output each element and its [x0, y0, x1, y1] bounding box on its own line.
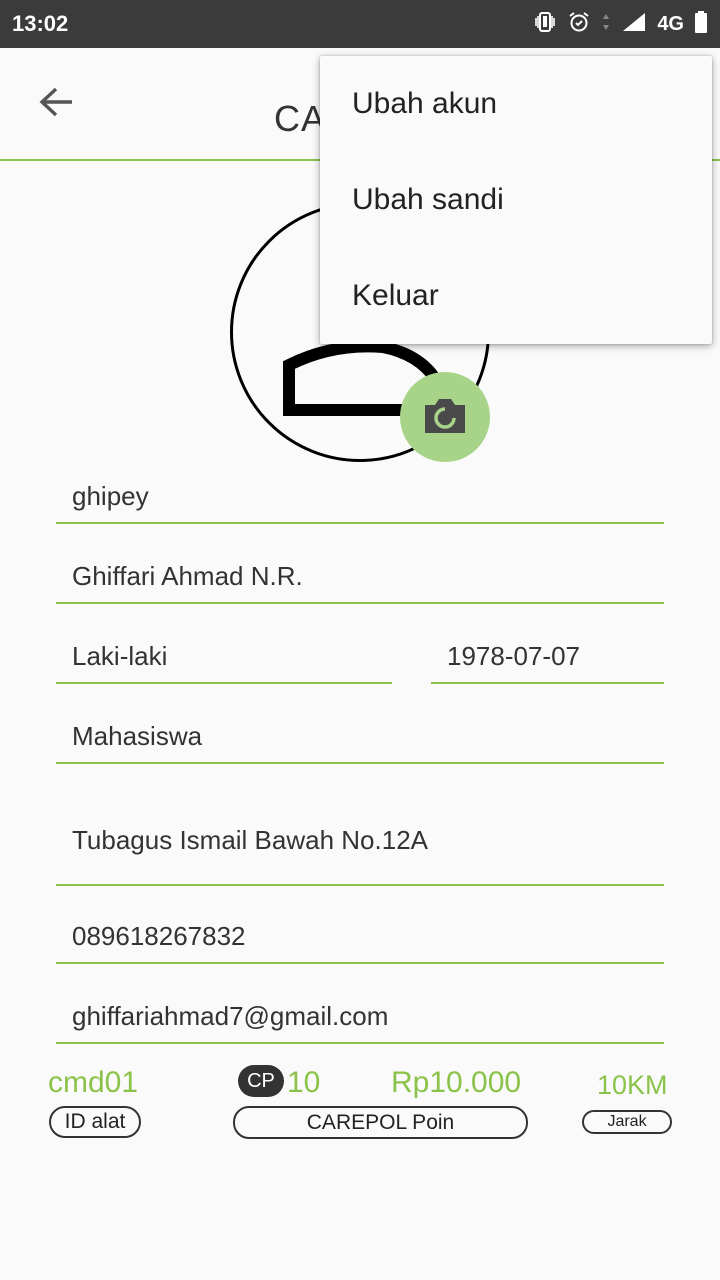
email-field[interactable]: ghiffariahmad7@gmail.com	[56, 998, 664, 1044]
device-id-label: ID alat	[49, 1106, 141, 1138]
distance-label: Jarak	[582, 1110, 672, 1134]
arrow-back-icon	[38, 86, 74, 123]
points-count: 10	[287, 1066, 321, 1099]
data-arrows-icon	[601, 10, 611, 39]
occupation-field[interactable]: Mahasiswa	[56, 718, 664, 764]
alarm-icon	[567, 10, 591, 39]
battery-icon	[694, 10, 708, 39]
camera-icon	[421, 395, 469, 440]
status-icons: 4G	[533, 10, 708, 38]
menu-item-edit-account[interactable]: Ubah akun	[320, 56, 712, 152]
gender-field[interactable]: Laki-laki	[56, 638, 392, 684]
back-button[interactable]	[30, 84, 82, 124]
points-value: Rp10.000	[391, 1066, 522, 1099]
cp-badge: CP	[238, 1065, 284, 1097]
birth-date-field[interactable]: 1978-07-07	[431, 638, 664, 684]
distance-value: 10KM	[597, 1070, 668, 1100]
network-type: 4G	[657, 12, 684, 35]
menu-item-logout[interactable]: Keluar	[320, 248, 712, 344]
points-label: CAREPOL Poin	[233, 1106, 528, 1139]
change-photo-button[interactable]	[400, 372, 490, 462]
phone-field[interactable]: 089618267832	[56, 918, 664, 964]
status-bar: 13:02 4G	[0, 0, 720, 48]
overflow-menu: Ubah akun Ubah sandi Keluar	[320, 56, 712, 344]
status-time: 13:02	[12, 11, 69, 36]
menu-item-change-password[interactable]: Ubah sandi	[320, 152, 712, 248]
full-name-field[interactable]: Ghiffari Ahmad N.R.	[56, 558, 664, 604]
stats-row: cmd01 ID alat CP 10 Rp10.000 CAREPOL Poi…	[0, 1062, 720, 1152]
page-title: CA	[274, 98, 327, 139]
vibrate-icon	[533, 10, 557, 39]
device-id-value: cmd01	[48, 1066, 139, 1099]
address-field[interactable]: Tubagus Ismail Bawah No.12A	[56, 800, 664, 886]
signal-icon	[621, 11, 647, 38]
username-field[interactable]: ghipey	[56, 478, 664, 524]
